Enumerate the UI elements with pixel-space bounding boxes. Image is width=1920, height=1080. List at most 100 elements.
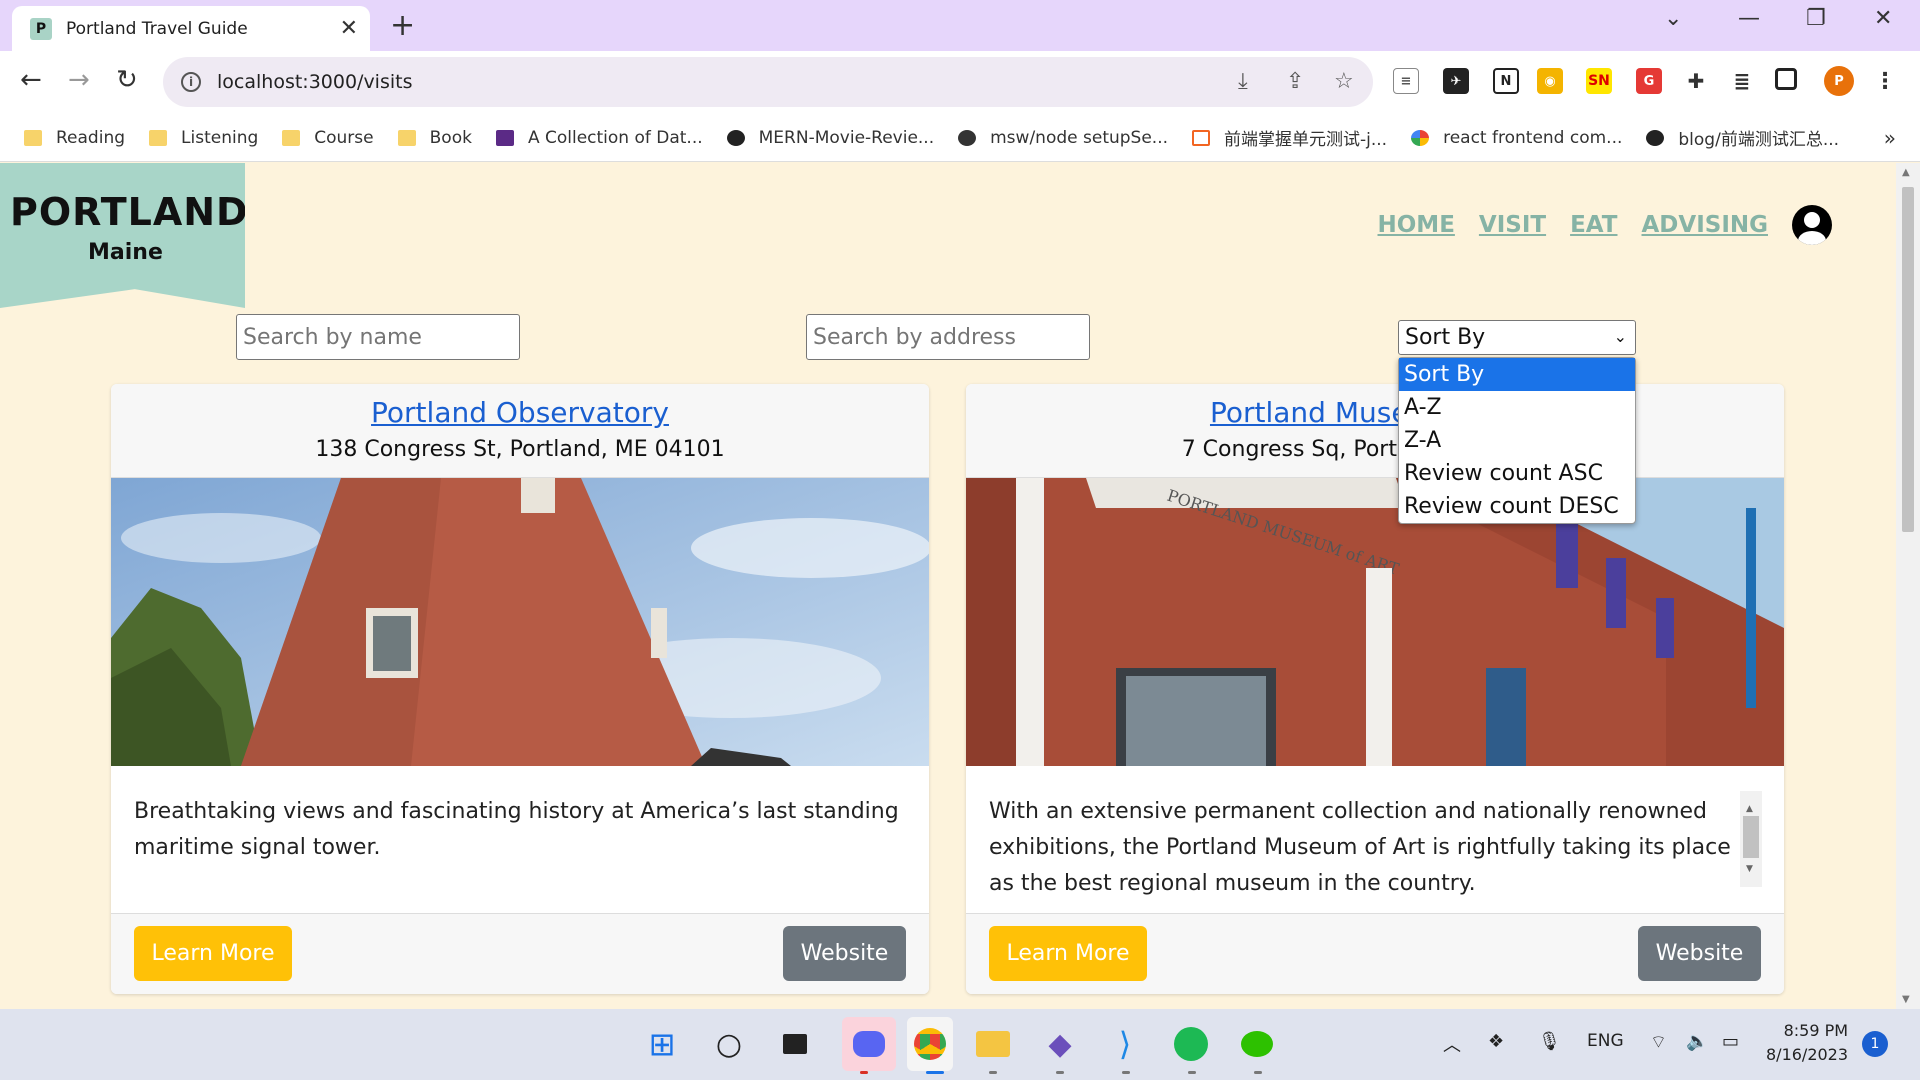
scroll-down-icon[interactable]: ▼ <box>1902 994 1910 1005</box>
bookmark-label: Reading <box>56 127 126 148</box>
back-icon[interactable]: ← <box>20 65 42 95</box>
card-footer: Learn More Website <box>111 913 929 994</box>
bookmark-unit-test[interactable]: 前端掌握单元测试-j... <box>1192 125 1387 150</box>
microphone-icon[interactable]: 🎙 <box>1538 1031 1561 1052</box>
nav-visit[interactable]: VISIT <box>1479 212 1546 238</box>
address-bar[interactable]: i localhost:3000/visits ⤓ ⇪ ☆ <box>163 57 1373 107</box>
search-icon[interactable]: ○ <box>710 1025 748 1063</box>
learn-more-button[interactable]: Learn More <box>134 926 292 981</box>
install-icon[interactable]: ⤓ <box>1238 69 1248 94</box>
sort-dropdown: Sort By A-Z Z-A Review count ASC Review … <box>1398 357 1636 524</box>
search-address-input[interactable] <box>806 314 1090 360</box>
bookmark-blog[interactable]: blog/前端测试汇总... <box>1646 125 1839 150</box>
website-button[interactable]: Website <box>1638 926 1761 981</box>
card-description: Breathtaking views and fascinating histo… <box>134 799 899 860</box>
user-account-icon[interactable] <box>1792 205 1832 245</box>
document-extension-icon[interactable]: ≡ <box>1393 68 1419 94</box>
bookmark-label: Listening <box>181 127 259 148</box>
card-title-link[interactable]: Portland Museum of Art <box>966 396 1784 429</box>
windows-start-icon[interactable]: ⊞ <box>643 1025 681 1063</box>
nav-home[interactable]: HOME <box>1378 212 1455 238</box>
bookmark-book[interactable]: Book <box>397 128 472 148</box>
tab-search-icon[interactable]: ⌄ <box>1664 6 1682 31</box>
show-hidden-icons-icon[interactable]: ︿ <box>1443 1031 1461 1057</box>
bookmark-react[interactable]: react frontend com... <box>1411 128 1622 148</box>
browser-tab[interactable]: P Portland Travel Guide ✕ <box>12 6 370 51</box>
reload-icon[interactable]: ↻ <box>116 65 138 95</box>
active-indicator <box>926 1071 944 1074</box>
spotify-icon[interactable] <box>1172 1025 1210 1063</box>
learn-more-button[interactable]: Learn More <box>989 926 1147 981</box>
close-window-icon[interactable]: ✕ <box>1874 6 1892 31</box>
nav-advising[interactable]: ADVISING <box>1642 212 1769 238</box>
sort-option-z-a[interactable]: Z-A <box>1399 424 1635 457</box>
notification-badge[interactable]: 1 <box>1862 1031 1888 1057</box>
vscode-icon[interactable]: ⟩ <box>1106 1025 1144 1063</box>
minimize-icon[interactable]: — <box>1738 6 1760 31</box>
scrollbar-thumb[interactable] <box>1902 187 1914 532</box>
sort-option-review-asc[interactable]: Review count ASC <box>1399 457 1635 490</box>
sn-extension-icon[interactable]: SN <box>1586 68 1612 94</box>
side-panel-icon[interactable] <box>1775 68 1797 90</box>
scroll-up-icon[interactable]: ▲ <box>1902 167 1910 178</box>
new-tab-icon[interactable]: + <box>390 8 415 43</box>
bookmark-reading[interactable]: Reading <box>24 128 125 148</box>
website-button[interactable]: Website <box>783 926 906 981</box>
wifi-icon[interactable]: ⌔ <box>1650 1031 1667 1054</box>
google-icon <box>1411 129 1430 146</box>
sort-option-review-desc[interactable]: Review count DESC <box>1399 490 1635 523</box>
bookmark-listening[interactable]: Listening <box>149 128 258 148</box>
site-logo[interactable]: PORTLAND Maine <box>0 163 245 308</box>
browser-menu-icon[interactable]: ⋮ <box>1872 68 1898 94</box>
media-control-icon[interactable]: ≣ <box>1729 68 1755 94</box>
language-indicator[interactable]: ENG <box>1587 1031 1624 1051</box>
wechat-icon[interactable] <box>1238 1025 1276 1063</box>
sort-select[interactable]: Sort By ⌄ <box>1398 320 1636 355</box>
description-scrollbar[interactable]: ▲ ▼ <box>1740 791 1762 887</box>
scroll-down-icon[interactable]: ▼ <box>1746 851 1753 887</box>
restore-icon[interactable]: ❐ <box>1806 6 1826 31</box>
site-info-icon[interactable]: i <box>181 72 201 92</box>
clock[interactable]: 8:59 PM 8/16/2023 <box>1766 1019 1848 1067</box>
card-header: Portland Observatory 138 Congress St, Po… <box>111 384 929 478</box>
idea-extension-icon[interactable]: ◉ <box>1537 68 1563 94</box>
more-bookmarks-icon[interactable]: » <box>1884 126 1896 150</box>
grammar-extension-icon[interactable]: G <box>1636 68 1662 94</box>
forward-icon[interactable]: → <box>68 65 90 95</box>
close-tab-icon[interactable]: ✕ <box>340 16 358 41</box>
chrome-icon[interactable] <box>907 1017 953 1071</box>
card-description-text: With an extensive permanent collection a… <box>989 799 1731 896</box>
bookmark-collection[interactable]: A Collection of Dat... <box>495 128 703 148</box>
battery-icon[interactable]: ▭ <box>1722 1031 1739 1052</box>
card-title-link[interactable]: Portland Observatory <box>111 396 929 429</box>
museum-photo: PORTLAND MUSEUM of ART <box>966 478 1784 766</box>
obsidian-icon[interactable]: ◆ <box>1041 1025 1079 1063</box>
active-indicator <box>1122 1071 1130 1074</box>
extensions-puzzle-icon[interactable]: ✚ <box>1683 68 1709 94</box>
bookmark-star-icon[interactable]: ☆ <box>1334 69 1354 94</box>
page-scrollbar[interactable]: ▲ ▼ <box>1896 163 1920 1009</box>
bookmarks-bar: Reading Listening Course Book A Collecti… <box>0 114 1920 162</box>
globe-icon <box>958 129 977 146</box>
card-address: 7 Congress Sq, Portland, ME 04101 <box>1181 437 1569 462</box>
task-view-icon[interactable] <box>776 1025 814 1063</box>
volume-icon[interactable]: 🔈 <box>1686 1031 1708 1052</box>
discord-icon[interactable] <box>842 1017 896 1071</box>
share-icon[interactable]: ⇪ <box>1286 69 1304 94</box>
search-name-input[interactable] <box>236 314 520 360</box>
sort-option-default[interactable]: Sort By <box>1399 358 1635 391</box>
browser-toolbar: ← → ↻ i localhost:3000/visits ⤓ ⇪ ☆ ≡ ✈ … <box>0 51 1920 114</box>
profile-avatar[interactable]: P <box>1824 66 1854 96</box>
bookmark-course[interactable]: Course <box>282 128 374 148</box>
site-favicon-icon: P <box>30 17 52 40</box>
dropbox-icon[interactable]: ❖ <box>1488 1031 1504 1052</box>
bookmark-label: MERN-Movie-Revie... <box>758 127 935 148</box>
observatory-photo-image <box>111 478 929 766</box>
bookmark-mern[interactable]: MERN-Movie-Revie... <box>726 127 935 148</box>
nav-eat[interactable]: EAT <box>1570 212 1617 238</box>
file-explorer-icon[interactable] <box>974 1025 1012 1063</box>
notion-extension-icon[interactable]: N <box>1493 68 1519 94</box>
paper-plane-extension-icon[interactable]: ✈ <box>1443 68 1469 94</box>
sort-option-a-z[interactable]: A-Z <box>1399 391 1635 424</box>
bookmark-msw[interactable]: msw/node setupSe... <box>958 128 1168 148</box>
